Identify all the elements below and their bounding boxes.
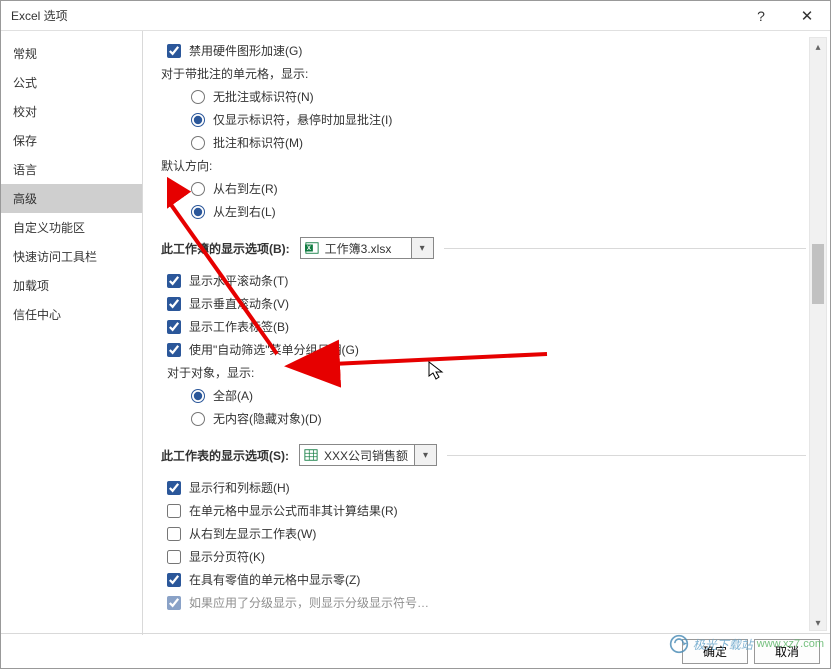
objects-all-label: 全部(A)	[213, 387, 253, 404]
autofilter-group-dates-checkbox[interactable]	[167, 343, 181, 357]
sheet-section-title: 此工作表的显示选项(S):	[161, 447, 289, 464]
show-row-col-headings-checkbox[interactable]	[167, 481, 181, 495]
show-zeros-checkbox[interactable]	[167, 573, 181, 587]
show-vscroll-checkbox[interactable]	[167, 297, 181, 311]
show-vscroll-label: 显示垂直滚动条(V)	[189, 295, 289, 312]
comment-indicator-label: 仅显示标识符，悬停时加显批注(I)	[213, 111, 392, 128]
scrollbar-thumb[interactable]	[812, 244, 824, 304]
sheet-icon	[304, 448, 318, 462]
sheet-rtl-label: 从右到左显示工作表(W)	[189, 525, 316, 542]
objects-none-radio[interactable]	[191, 412, 205, 426]
watermark-logo-icon	[669, 634, 689, 654]
show-hscroll-checkbox[interactable]	[167, 274, 181, 288]
comment-group-title: 对于带批注的单元格，显示:	[161, 62, 806, 85]
show-outline-symbols-label: 如果应用了分级显示，则显示分级显示符号…	[189, 594, 429, 611]
dir-rtl-radio[interactable]	[191, 182, 205, 196]
show-formulas-label: 在单元格中显示公式而非其计算结果(R)	[189, 502, 398, 519]
objects-all-radio[interactable]	[191, 389, 205, 403]
comment-none-radio[interactable]	[191, 90, 205, 104]
sidebar-item-formulas[interactable]: 公式	[1, 68, 142, 97]
help-button[interactable]: ?	[738, 1, 784, 31]
scroll-down-icon[interactable]: ▾	[810, 614, 826, 632]
show-page-breaks-label: 显示分页符(K)	[189, 548, 265, 565]
show-page-breaks-checkbox[interactable]	[167, 550, 181, 564]
dir-ltr-radio[interactable]	[191, 205, 205, 219]
workbook-combo-dropdown-icon[interactable]: ▾	[412, 237, 434, 259]
watermark: 极光下载站 www.xz7.com	[669, 634, 824, 654]
workbook-combo[interactable]: X 工作簿3.xlsx ▾	[300, 237, 434, 259]
dir-rtl-label: 从右到左(R)	[213, 180, 278, 197]
disable-hw-accel-checkbox[interactable]	[167, 44, 181, 58]
sheet-combo-value: XXX公司销售额	[324, 447, 408, 464]
show-zeros-label: 在具有零值的单元格中显示零(Z)	[189, 571, 360, 588]
sidebar-item-general[interactable]: 常规	[1, 39, 142, 68]
vertical-scrollbar[interactable]: ▴ ▾	[809, 37, 827, 631]
section-rule	[444, 248, 806, 249]
sidebar: 常规 公式 校对 保存 语言 高级 自定义功能区 快速访问工具栏 加载项 信任中…	[1, 31, 142, 635]
show-hscroll-label: 显示水平滚动条(T)	[189, 272, 288, 289]
show-row-col-headings-label: 显示行和列标题(H)	[189, 479, 290, 496]
autofilter-group-dates-label: 使用"自动筛选"菜单分组日期(G)	[189, 341, 359, 358]
sidebar-item-quick-access[interactable]: 快速访问工具栏	[1, 242, 142, 271]
window-title: Excel 选项	[11, 7, 68, 24]
sidebar-item-customize-ribbon[interactable]: 自定义功能区	[1, 213, 142, 242]
sheet-combo[interactable]: XXX公司销售额 ▾	[299, 444, 437, 466]
sidebar-item-advanced[interactable]: 高级	[1, 184, 142, 213]
workbook-section-title: 此工作簿的显示选项(B):	[161, 240, 290, 257]
objects-group-title: 对于对象，显示:	[161, 361, 806, 384]
direction-group-title: 默认方向:	[161, 154, 806, 177]
show-formulas-checkbox[interactable]	[167, 504, 181, 518]
section-rule-2	[447, 455, 806, 456]
watermark-url: www.xz7.com	[757, 638, 824, 650]
sidebar-item-addins[interactable]: 加载项	[1, 271, 142, 300]
show-outline-symbols-checkbox[interactable]	[167, 596, 181, 610]
sheet-combo-dropdown-icon[interactable]: ▾	[415, 444, 437, 466]
comment-none-label: 无批注或标识符(N)	[213, 88, 314, 105]
comment-both-label: 批注和标识符(M)	[213, 134, 303, 151]
comment-both-radio[interactable]	[191, 136, 205, 150]
workbook-combo-value: 工作簿3.xlsx	[325, 240, 392, 257]
objects-none-label: 无内容(隐藏对象)(D)	[213, 410, 322, 427]
sidebar-item-save[interactable]: 保存	[1, 126, 142, 155]
dir-ltr-label: 从左到右(L)	[213, 203, 276, 220]
content-pane: 禁用硬件图形加速(G) 对于带批注的单元格，显示: 无批注或标识符(N) 仅显示…	[143, 31, 830, 635]
watermark-brand: 极光下载站	[693, 636, 753, 653]
disable-hw-accel-label: 禁用硬件图形加速(G)	[189, 42, 302, 59]
workbook-icon: X	[305, 241, 319, 255]
show-sheet-tabs-checkbox[interactable]	[167, 320, 181, 334]
sheet-rtl-checkbox[interactable]	[167, 527, 181, 541]
close-button[interactable]: ✕	[784, 1, 830, 31]
scroll-up-icon[interactable]: ▴	[810, 38, 826, 56]
sidebar-item-proofing[interactable]: 校对	[1, 97, 142, 126]
sidebar-item-language[interactable]: 语言	[1, 155, 142, 184]
show-sheet-tabs-label: 显示工作表标签(B)	[189, 318, 289, 335]
sidebar-item-trust-center[interactable]: 信任中心	[1, 300, 142, 329]
comment-indicator-radio[interactable]	[191, 113, 205, 127]
scrollbar-track[interactable]	[810, 56, 826, 614]
